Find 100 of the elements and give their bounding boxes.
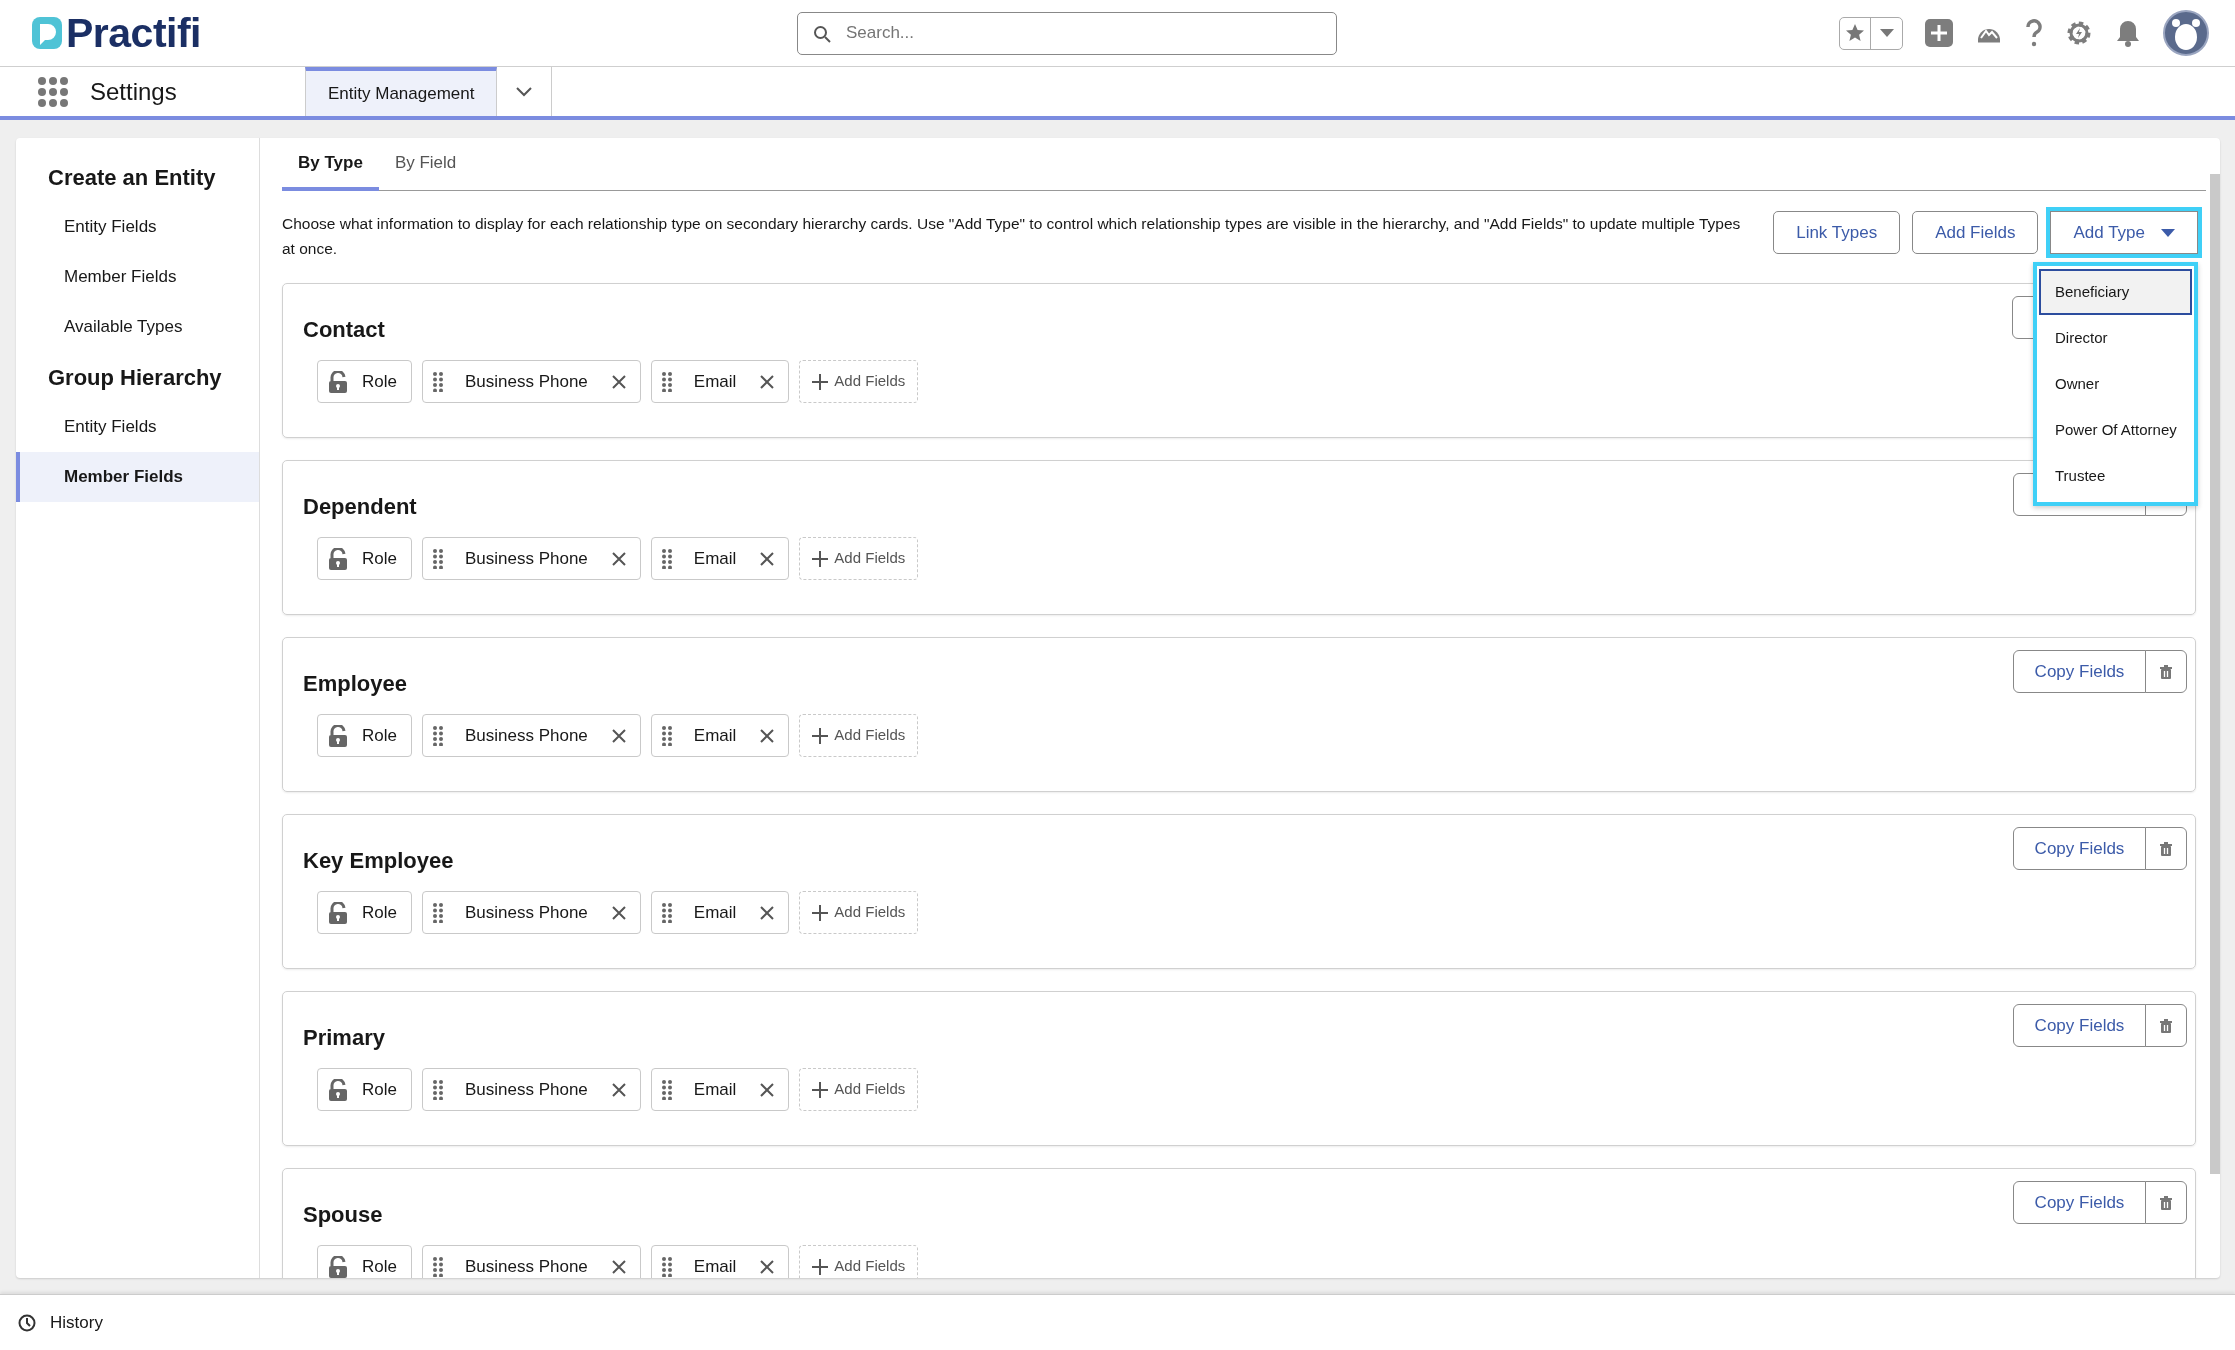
app-tab[interactable]: Entity Management (305, 67, 498, 116)
drag-handle-icon[interactable] (661, 902, 672, 923)
plus-icon (812, 904, 829, 921)
lock-icon (328, 724, 348, 747)
sidebar-item[interactable]: Entity Fields (16, 202, 259, 252)
add-icon[interactable] (1925, 19, 1953, 47)
drag-handle-icon[interactable] (661, 725, 672, 746)
drag-handle-icon[interactable] (661, 548, 672, 569)
drag-handle-icon[interactable] (661, 1079, 672, 1100)
clock-icon (18, 1313, 36, 1332)
tab[interactable]: By Field (378, 138, 473, 191)
logo-text: Practifi (66, 12, 201, 54)
add-fields-button[interactable]: Add Fields (799, 714, 919, 757)
close-icon[interactable] (760, 551, 775, 566)
copy-fields-button[interactable]: Copy Fields (2013, 1004, 2146, 1047)
close-icon[interactable] (611, 1082, 626, 1097)
close-icon[interactable] (760, 728, 775, 743)
copy-fields-button[interactable]: Copy Fields (2013, 1181, 2146, 1224)
delete-button[interactable] (2145, 650, 2187, 693)
close-icon[interactable] (760, 1259, 775, 1274)
copy-fields-button[interactable]: Copy Fields (2013, 650, 2146, 693)
field-label: Email (693, 1255, 737, 1278)
card-title: Contact (303, 316, 385, 344)
dropdown-item[interactable]: Beneficiary (2039, 269, 2192, 315)
caret-icon (2161, 228, 2175, 237)
field-label: Email (693, 901, 737, 924)
field-label: Business Phone (464, 724, 588, 747)
drag-handle-icon[interactable] (432, 371, 443, 392)
drag-handle-icon[interactable] (432, 548, 443, 569)
notification-icon[interactable] (2115, 19, 2141, 47)
drag-handle-icon[interactable] (661, 371, 672, 392)
chevron-down-icon[interactable] (516, 86, 533, 97)
drag-handle-icon[interactable] (661, 1256, 672, 1277)
lock-icon (328, 370, 348, 393)
delete-button[interactable] (2145, 827, 2187, 870)
dropdown-item[interactable]: Power Of Attorney (2039, 407, 2192, 453)
field-label: Business Phone (464, 370, 588, 393)
close-icon[interactable] (611, 374, 626, 389)
dropdown-item[interactable]: Trustee (2039, 453, 2192, 499)
dropdown-item[interactable]: Owner (2039, 361, 2192, 407)
close-icon[interactable] (611, 728, 626, 743)
plus-icon (812, 727, 829, 744)
add-fields-button[interactable]: Add Fields (799, 360, 919, 403)
search-field[interactable]: Search... (797, 11, 1337, 55)
plus-icon (812, 550, 829, 567)
trash-icon (2159, 1017, 2173, 1034)
close-icon[interactable] (760, 374, 775, 389)
sidebar-heading: Create an Entity (47, 163, 217, 192)
drag-handle-icon[interactable] (432, 725, 443, 746)
field-label: Business Phone (464, 1078, 588, 1101)
sidebar-item[interactable]: Available Types (16, 302, 259, 352)
close-icon[interactable] (760, 1082, 775, 1097)
field-label: Business Phone (464, 547, 588, 570)
field-label: Email (693, 370, 737, 393)
action-button[interactable]: Add Fields (1912, 211, 2039, 254)
add-fields-button[interactable]: Add Fields (799, 1245, 919, 1278)
drag-handle-icon[interactable] (432, 1256, 443, 1277)
add-fields-button[interactable]: Add Fields (799, 1068, 919, 1111)
sidebar-item[interactable]: Member Fields (16, 452, 259, 502)
sidebar-item[interactable]: Entity Fields (16, 402, 259, 452)
sidebar-item[interactable]: Member Fields (16, 252, 259, 302)
drag-handle-icon[interactable] (432, 902, 443, 923)
search-icon (813, 24, 831, 43)
close-icon[interactable] (760, 905, 775, 920)
add-fields-button[interactable]: Add Fields (799, 891, 919, 934)
logo-icon (32, 17, 62, 49)
field-label: Email (693, 547, 737, 570)
field-label: Business Phone (464, 1255, 588, 1278)
delete-button[interactable] (2145, 1181, 2187, 1224)
field-label: Role (362, 1255, 397, 1278)
help-icon[interactable] (2025, 19, 2043, 47)
close-icon[interactable] (611, 551, 626, 566)
history-link[interactable]: History (50, 1309, 103, 1336)
drag-handle-icon[interactable] (432, 1079, 443, 1100)
close-icon[interactable] (611, 1259, 626, 1274)
field-label: Role (362, 1078, 397, 1101)
trash-icon (2159, 840, 2173, 857)
action-button[interactable]: Link Types (1773, 211, 1901, 254)
scrollbar[interactable] (2210, 174, 2220, 1174)
app-launcher-icon[interactable] (38, 76, 68, 107)
field-label: Role (362, 547, 397, 570)
favorites-button[interactable] (1839, 16, 1903, 50)
trash-icon (2159, 663, 2173, 680)
dropdown-item[interactable]: Director (2039, 315, 2192, 361)
lock-icon (328, 901, 348, 924)
field-label: Business Phone (464, 901, 588, 924)
lock-icon (328, 547, 348, 570)
add-fields-button[interactable]: Add Fields (799, 537, 919, 580)
card-title: Key Employee (303, 847, 454, 875)
plus-icon (812, 1081, 829, 1098)
tab[interactable]: By Type (282, 138, 379, 191)
sidebar-heading: Group Hierarchy (47, 363, 223, 392)
avatar[interactable] (2163, 10, 2209, 56)
description-text: Choose what information to display for each relationship type on secondary hierarchy cards. Use "Add Type" to control which relationship types are visible in the hierarchy, and "Add Fields" to update multiple Types at once. (282, 214, 1742, 259)
delete-button[interactable] (2145, 1004, 2187, 1047)
settings-icon[interactable] (2065, 19, 2093, 47)
field-label: Role (362, 901, 397, 924)
copy-fields-button[interactable]: Copy Fields (2013, 827, 2146, 870)
card-title: Dependent (303, 493, 417, 521)
close-icon[interactable] (611, 905, 626, 920)
